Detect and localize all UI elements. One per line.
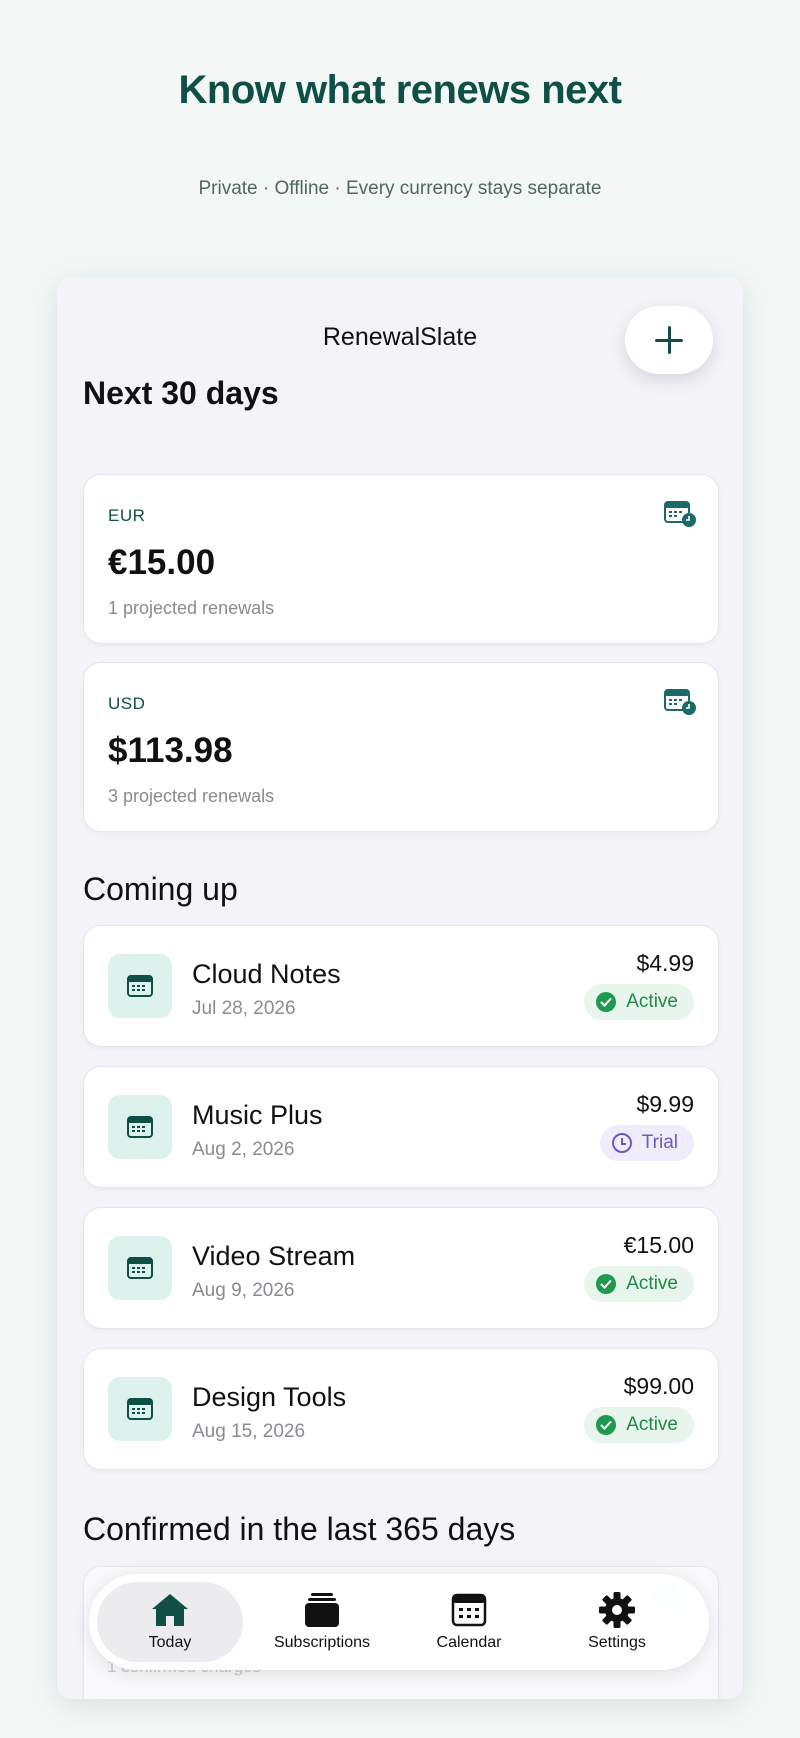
- renewal-date: Aug 2, 2026: [192, 1139, 295, 1160]
- status-label: Active: [626, 1414, 678, 1435]
- currency-summary-card-eur[interactable]: EUR €15.00 1 projected renewals: [83, 474, 719, 644]
- add-subscription-button[interactable]: [625, 306, 713, 374]
- renewal-date: Jul 28, 2026: [192, 998, 296, 1019]
- currency-amount: $113.98: [108, 731, 233, 770]
- hero-subtitle: Private · Offline · Every currency stays…: [198, 178, 602, 199]
- plus-icon: [655, 326, 683, 354]
- subscription-price: $4.99: [636, 950, 694, 976]
- renewal-date: Aug 9, 2026: [192, 1280, 295, 1301]
- coming-up-heading: Coming up: [83, 871, 238, 907]
- currency-summary-card-usd[interactable]: USD $113.98 3 projected renewals: [83, 662, 719, 832]
- subscription-row-cloud-notes[interactable]: Cloud Notes Jul 28, 2026 $4.99 Active: [83, 925, 719, 1047]
- status-badge: Active: [584, 1266, 694, 1302]
- calendar-icon: [449, 1592, 489, 1628]
- status-label: Trial: [641, 1132, 678, 1153]
- tab-today[interactable]: Today: [97, 1582, 243, 1662]
- hero-title: Know what renews next: [178, 68, 622, 112]
- tab-label: Today: [148, 1634, 192, 1651]
- status-label: Active: [626, 991, 678, 1012]
- calendar-icon: [108, 1236, 172, 1300]
- calendar-icon: [108, 954, 172, 1018]
- renewal-date: Aug 15, 2026: [192, 1421, 306, 1442]
- currency-amount: €15.00: [108, 543, 216, 582]
- status-label: Active: [626, 1273, 678, 1294]
- tab-label: Subscriptions: [273, 1634, 371, 1651]
- subscription-row-design-tools[interactable]: Design Tools Aug 15, 2026 $99.00 Active: [83, 1348, 719, 1470]
- status-badge: Trial: [599, 1125, 694, 1161]
- currency-code: EUR: [108, 506, 146, 525]
- status-badge: Active: [584, 984, 694, 1020]
- gear-icon: [597, 1592, 637, 1628]
- check-circle-icon: [596, 1415, 617, 1435]
- check-circle-icon: [596, 1274, 617, 1294]
- subscription-price: $9.99: [636, 1091, 694, 1117]
- subscription-row-video-stream[interactable]: Video Stream Aug 9, 2026 €15.00 Active: [83, 1207, 719, 1329]
- app-window: RenewalSlate Next 30 days EUR €15.00 1 p…: [57, 277, 743, 1699]
- next-30-days-heading: Next 30 days: [83, 375, 279, 411]
- confirmed-heading: Confirmed in the last 365 days: [83, 1511, 516, 1547]
- tab-settings[interactable]: Settings: [544, 1582, 690, 1662]
- tab-label: Settings: [588, 1634, 646, 1651]
- renewal-count: 3 projected renewals: [108, 786, 275, 806]
- subscription-price: $99.00: [623, 1373, 694, 1399]
- check-circle-icon: [596, 992, 617, 1012]
- clock-icon: [611, 1133, 632, 1153]
- renewal-count: 1 projected renewals: [108, 598, 275, 618]
- calendar-icon: [108, 1377, 172, 1441]
- tab-bar: Today Subscriptions Calendar Settings: [89, 1574, 709, 1670]
- subscription-name: Design Tools: [192, 1382, 347, 1412]
- tab-subscriptions[interactable]: Subscriptions: [249, 1582, 395, 1662]
- subscription-name: Cloud Notes: [192, 959, 341, 989]
- currency-code: USD: [108, 694, 146, 713]
- calendar-clock-icon: [664, 501, 696, 527]
- house-icon: [150, 1592, 190, 1628]
- calendar-clock-icon: [664, 689, 696, 715]
- subscription-row-music-plus[interactable]: Music Plus Aug 2, 2026 $9.99 Trial: [83, 1066, 719, 1188]
- tab-label: Calendar: [436, 1634, 502, 1651]
- tab-calendar[interactable]: Calendar: [396, 1582, 542, 1662]
- status-badge: Active: [584, 1407, 694, 1443]
- subscription-name: Video Stream: [192, 1241, 356, 1271]
- subscription-name: Music Plus: [192, 1100, 323, 1130]
- subscription-price: €15.00: [623, 1232, 694, 1258]
- stack-icon: [302, 1592, 342, 1628]
- calendar-icon: [108, 1095, 172, 1159]
